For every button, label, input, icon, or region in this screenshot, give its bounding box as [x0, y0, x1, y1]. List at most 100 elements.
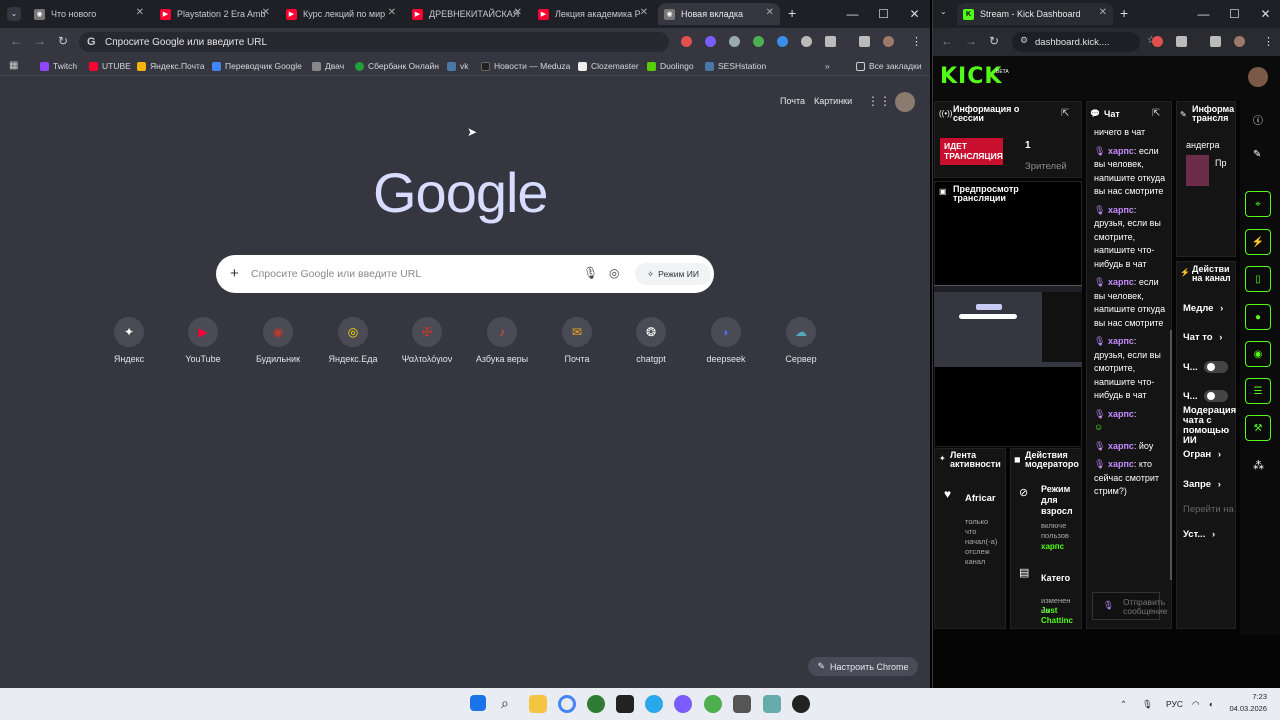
shortcut[interactable]: ◎ Яндекс.Еда	[317, 317, 389, 364]
goto-action[interactable]: Перейти на	[1183, 504, 1234, 515]
new-tab-icon[interactable]: +	[1120, 5, 1128, 21]
bookmark[interactable]: Clozemaster	[578, 61, 639, 71]
tab-youtube-2[interactable]: ▶ Курс лекций по мир ✕	[280, 3, 402, 25]
close-icon[interactable]: ✕	[262, 7, 270, 18]
tab-youtube-3[interactable]: ▶ ДРЕВНЕКИТАЙСКАЯ ✕	[406, 3, 528, 25]
pencil-icon[interactable]: ✎	[1253, 149, 1261, 160]
clock-time[interactable]: 7:23	[1223, 692, 1267, 701]
gmail-link[interactable]: Почта	[780, 96, 805, 106]
shortcut[interactable]: ✉ Почта	[541, 317, 613, 364]
tab-kick-dashboard[interactable]: K Stream - Kick Dashboard ✕	[957, 3, 1113, 25]
mic-icon[interactable]: 🎙	[1142, 699, 1153, 710]
all-bookmarks[interactable]: Все закладки	[856, 61, 922, 71]
extensions-puzzle-icon[interactable]	[825, 36, 836, 47]
chrome-icon[interactable]	[558, 695, 576, 713]
app-icon[interactable]	[616, 695, 634, 713]
extensions-puzzle-icon[interactable]	[1176, 36, 1187, 47]
close-icon[interactable]: ✕	[640, 7, 648, 18]
close-window-icon[interactable]: ✕	[899, 7, 930, 21]
chat-scrollbar[interactable]	[1170, 330, 1172, 580]
telegram-icon[interactable]	[645, 695, 663, 713]
bookmark[interactable]: Двач	[312, 61, 344, 71]
shapes-icon[interactable]: ⁂	[1253, 459, 1264, 472]
tab-youtube-1[interactable]: ▶ Playstation 2 Era Amb ✕	[154, 3, 276, 25]
apps-grid-icon[interactable]: ▦	[9, 60, 18, 71]
toggle-switch[interactable]	[1204, 390, 1228, 402]
shortcut[interactable]: ◗ deepseek	[690, 317, 762, 364]
maximize-icon[interactable]: ☐	[1219, 7, 1250, 21]
windows-start-icon[interactable]	[470, 695, 486, 711]
menu-icon[interactable]: ⋮	[911, 35, 922, 48]
close-icon[interactable]: ✕	[388, 7, 396, 18]
tab-whats-new[interactable]: ◉ Что нового ✕	[28, 3, 150, 25]
search-icon[interactable]: ⌕	[501, 695, 509, 712]
extension-icon[interactable]	[1152, 36, 1163, 47]
clock-date[interactable]: 04.03.2026	[1223, 704, 1267, 713]
popout-icon[interactable]: ⇱	[1061, 108, 1069, 119]
kick-logo[interactable]: KICK	[940, 64, 1002, 89]
slow-mode-action[interactable]: Медле ›	[1183, 303, 1223, 314]
extension-icon[interactable]	[729, 36, 740, 47]
tab-new-tab[interactable]: ◉ Новая вкладка ✕	[658, 3, 780, 25]
bookmark[interactable]: Duolingo	[647, 61, 694, 71]
omnibox[interactable]: G Спросите Google или введите URL	[79, 32, 669, 52]
chevron-up-icon[interactable]: ⌃	[1120, 699, 1127, 710]
toggle-switch[interactable]	[1204, 361, 1228, 373]
search-input[interactable]: Спросите Google или введите URL	[251, 268, 421, 280]
extension-icon[interactable]	[801, 36, 812, 47]
reload-icon[interactable]: ↻	[58, 34, 68, 48]
bookmark[interactable]: SESHstation	[705, 61, 766, 71]
site-info-icon[interactable]: ⚙	[1020, 35, 1028, 46]
file-explorer-icon[interactable]	[529, 695, 547, 713]
wifi-icon[interactable]: ◠	[1192, 699, 1199, 710]
reload-icon[interactable]: ↻	[989, 34, 999, 48]
list-icon[interactable]: ☰	[1245, 378, 1271, 404]
shortcut[interactable]: ✦ Яндекс	[93, 317, 165, 364]
profile-avatar[interactable]	[883, 36, 894, 47]
bookmark[interactable]: Яндекс.Почта	[137, 61, 205, 71]
app-icon[interactable]	[674, 695, 692, 713]
extension-icon[interactable]	[753, 36, 764, 47]
speaker-icon[interactable]: ◖	[1208, 699, 1213, 709]
search-box[interactable]: + Спросите Google или введите URL 🎙 ◎ ✧ Р…	[216, 255, 714, 293]
lens-icon[interactable]: ◎	[609, 266, 619, 280]
bookmark[interactable]: Twitch	[40, 61, 77, 71]
wrench-icon[interactable]: ⚒	[1245, 415, 1271, 441]
shortcut[interactable]: ❂ chatgpt	[615, 317, 687, 364]
bookmark[interactable]: Новости — Meduza	[481, 61, 570, 71]
profile-avatar[interactable]	[1234, 36, 1245, 47]
shortcut[interactable]: ✠ Ψαλτολόγιον	[391, 317, 463, 364]
ai-mode-button[interactable]: ✧ Режим ИИ	[635, 263, 711, 285]
app-icon[interactable]	[733, 695, 751, 713]
app-icon[interactable]	[704, 695, 722, 713]
more-bookmarks-icon[interactable]: »	[825, 61, 830, 71]
restrict-action[interactable]: Огран ›	[1183, 449, 1221, 460]
close-icon[interactable]: ✕	[514, 7, 522, 18]
avatar[interactable]	[895, 92, 915, 112]
language-indicator[interactable]: РУС	[1166, 699, 1183, 709]
focus-icon[interactable]: ⌖	[1245, 191, 1271, 217]
back-icon[interactable]: ←	[941, 34, 953, 48]
forward-icon[interactable]: →	[34, 34, 46, 48]
broadcast-icon[interactable]: ◉	[1245, 341, 1271, 367]
popout-icon[interactable]: ⇱	[1152, 108, 1160, 119]
app-icon[interactable]	[763, 695, 781, 713]
tab-search-button[interactable]: ⌄	[7, 7, 21, 21]
chat-mode-action[interactable]: Чат то ›	[1183, 332, 1222, 343]
bookmark[interactable]: UTUBE	[89, 61, 131, 71]
close-icon[interactable]: ✕	[136, 7, 144, 18]
chat-icon[interactable]: ●	[1245, 304, 1271, 330]
shortcut[interactable]: ☁ Сервер	[765, 317, 837, 364]
shortcut[interactable]: ♪ Азбука веры	[466, 317, 538, 364]
minimize-icon[interactable]: —	[837, 7, 868, 21]
images-link[interactable]: Картинки	[814, 96, 852, 106]
extension-icon[interactable]	[681, 36, 692, 47]
bookmark[interactable]: Переводчик Google	[212, 61, 302, 71]
bookmark[interactable]: Сбербанк Онлайн	[355, 61, 439, 71]
tab-youtube-4[interactable]: ▶ Лекция академика Р ✕	[532, 3, 654, 25]
extension-icon[interactable]	[777, 36, 788, 47]
settings-action[interactable]: Уст... ›	[1183, 529, 1215, 540]
menu-icon[interactable]: ⋮	[1263, 35, 1274, 48]
chat-input[interactable]: 🎙 Отправить сообщение	[1092, 592, 1167, 620]
tab-search-button[interactable]: ⌄	[940, 7, 947, 16]
